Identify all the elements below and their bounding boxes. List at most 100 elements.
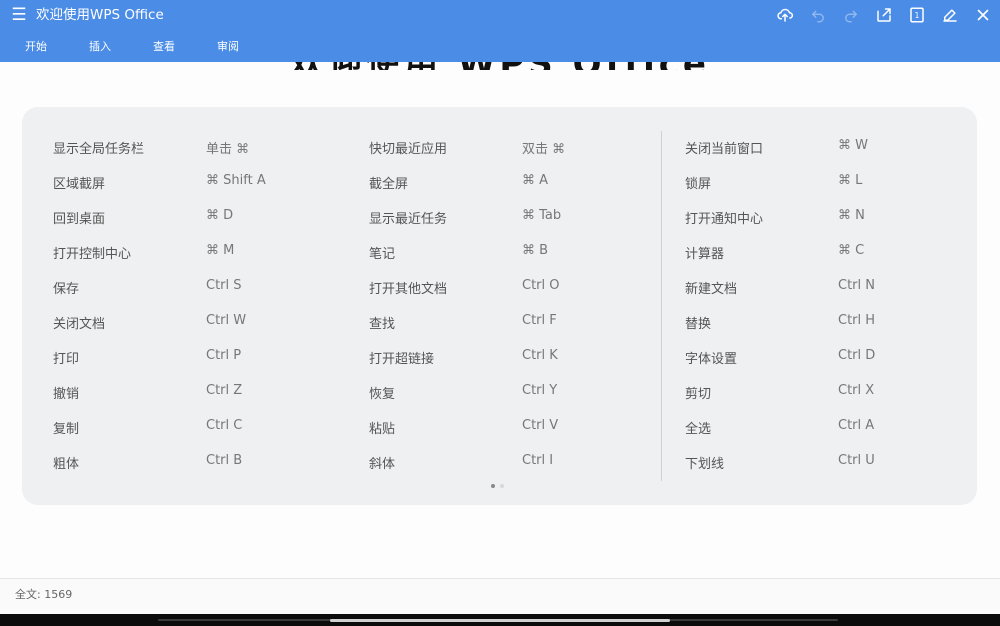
shortcut-card: 显示全局任务栏 单击 ⌘ 区域截屏 ⌘ Shift A 回到桌面 ⌘ D 打开控制中心 ⌘ M… [22, 107, 977, 505]
shortcut-row: 截全屏 ⌘ A [369, 170, 669, 205]
shortcut-key: ⌘ A [522, 173, 549, 188]
share-icon[interactable] [872, 4, 895, 26]
shortcut-key: Ctrl Y [522, 383, 558, 398]
shortcut-row: 区域截屏 ⌘ Shift A [53, 170, 353, 205]
ribbon-tabs: 开始 插入 查看 审阅 [0, 39, 260, 57]
shortcut-key: Ctrl K [522, 348, 558, 363]
shortcut-name: 新建文档 [685, 282, 738, 297]
shortcut-row: 打开超链接 Ctrl K [369, 345, 669, 380]
shortcut-name: 快切最近应用 [369, 142, 448, 157]
shortcut-row: 剪切 Ctrl X [685, 380, 985, 415]
shortcut-key: Ctrl N [838, 278, 875, 293]
shortcut-row: 显示最近任务 ⌘ Tab [369, 205, 669, 240]
shortcut-key: ⌘ C [838, 243, 865, 258]
shortcut-key: Ctrl O [522, 278, 560, 293]
document-heading: 欢迎使用 WPS Office [290, 62, 710, 70]
shortcut-key: Ctrl V [522, 418, 559, 433]
shortcut-name: 显示最近任务 [369, 212, 448, 227]
shortcut-key: ⌘ M [206, 243, 235, 258]
shortcut-name: 替换 [685, 317, 712, 332]
shortcut-name: 关闭文档 [53, 317, 106, 332]
shortcut-name: 打开控制中心 [53, 247, 132, 262]
page-indicator [491, 484, 504, 488]
shortcut-key: Ctrl P [206, 348, 242, 363]
shortcut-row: 下划线 Ctrl U [685, 450, 985, 485]
shortcut-name: 打开其他文档 [369, 282, 448, 297]
shortcut-name: 剪切 [685, 387, 712, 402]
page-count-icon[interactable]: 1 [905, 4, 928, 26]
document-heading-peek: 欢迎使用 WPS Office [290, 62, 710, 70]
shortcut-name: 关闭当前窗口 [685, 142, 764, 157]
shortcut-name: 打开通知中心 [685, 212, 764, 227]
page-dot[interactable] [500, 484, 504, 488]
column-divider [661, 131, 662, 481]
shortcut-row: 笔记 ⌘ B [369, 240, 669, 275]
shortcut-key: Ctrl B [206, 453, 243, 468]
status-bar: 全文: 1569 [0, 578, 1000, 614]
shortcut-key: ⌘ B [522, 243, 549, 258]
close-icon[interactable] [971, 4, 994, 26]
title-bar: ☰ 欢迎使用WPS Office 1 开始 插入 查看 审阅 [0, 0, 1000, 62]
shortcut-name: 查找 [369, 317, 396, 332]
edit-icon[interactable] [938, 4, 961, 26]
shortcut-name: 笔记 [369, 247, 396, 262]
shortcut-row: 保存 Ctrl S [53, 275, 353, 310]
page-count-label: 1 [914, 11, 919, 20]
shortcut-key: Ctrl A [838, 418, 875, 433]
shortcut-row: 查找 Ctrl F [369, 310, 669, 345]
shortcut-row: 锁屏 ⌘ L [685, 170, 985, 205]
shortcut-key: Ctrl I [522, 453, 554, 468]
shortcut-row: 字体设置 Ctrl D [685, 345, 985, 380]
undo-icon[interactable] [806, 4, 829, 26]
shortcut-row: 斜体 Ctrl I [369, 450, 669, 485]
shortcut-row: 回到桌面 ⌘ D [53, 205, 353, 240]
shortcut-column-1: 显示全局任务栏 单击 ⌘ 区域截屏 ⌘ Shift A 回到桌面 ⌘ D 打开控制中心 ⌘ M… [53, 135, 353, 485]
shortcut-key: ⌘ D [206, 208, 234, 223]
shortcut-row: 打开其他文档 Ctrl O [369, 275, 669, 310]
shortcut-row: 替换 Ctrl H [685, 310, 985, 345]
shortcut-row: 恢复 Ctrl Y [369, 380, 669, 415]
shortcut-key: Ctrl U [838, 453, 875, 468]
shortcut-row: 打开通知中心 ⌘ N [685, 205, 985, 240]
shortcut-key: ⌘ Tab [522, 208, 562, 223]
shortcut-row: 打开控制中心 ⌘ M [53, 240, 353, 275]
shortcut-key: Ctrl S [206, 278, 242, 293]
shortcut-key: Ctrl W [206, 313, 247, 328]
shortcut-name: 复制 [53, 422, 80, 437]
redo-icon[interactable] [839, 4, 862, 26]
shortcut-row: 打印 Ctrl P [53, 345, 353, 380]
shortcut-row: 复制 Ctrl C [53, 415, 353, 450]
shortcut-name: 粗体 [53, 457, 80, 472]
system-nav-bar [0, 614, 1000, 626]
shortcut-row: 快切最近应用 双击 ⌘ [369, 135, 669, 170]
shortcut-row: 全选 Ctrl A [685, 415, 985, 450]
shortcut-row: 计算器 ⌘ C [685, 240, 985, 275]
shortcut-key: ⌘ N [838, 208, 865, 223]
shortcut-row: 显示全局任务栏 单击 ⌘ [53, 135, 353, 170]
tab-start[interactable]: 开始 [4, 39, 68, 57]
page-dot[interactable] [491, 484, 495, 488]
tab-view[interactable]: 查看 [132, 39, 196, 57]
shortcut-name: 粘贴 [369, 422, 396, 437]
cloud-upload-icon[interactable] [773, 4, 796, 26]
shortcut-name: 锁屏 [685, 177, 712, 192]
shortcut-key: Ctrl D [838, 348, 876, 363]
shortcut-key: ⌘ W [838, 138, 868, 153]
shortcut-name: 下划线 [685, 457, 725, 472]
tab-review[interactable]: 审阅 [196, 39, 260, 57]
shortcut-row: 粘贴 Ctrl V [369, 415, 669, 450]
shortcut-key: Ctrl X [838, 383, 875, 398]
word-count[interactable]: 全文: 1569 [15, 586, 72, 602]
shortcut-row: 新建文档 Ctrl N [685, 275, 985, 310]
menu-icon[interactable]: ☰ [9, 5, 29, 25]
shortcut-key: 单击 ⌘ [206, 142, 250, 157]
home-handle[interactable] [330, 619, 670, 622]
shortcut-key: Ctrl H [838, 313, 876, 328]
shortcut-name: 保存 [53, 282, 80, 297]
shortcut-row: 撤销 Ctrl Z [53, 380, 353, 415]
shortcut-name: 全选 [685, 422, 712, 437]
shortcut-row: 关闭文档 Ctrl W [53, 310, 353, 345]
tab-insert[interactable]: 插入 [68, 39, 132, 57]
shortcut-name: 打印 [53, 352, 80, 367]
shortcut-name: 回到桌面 [53, 212, 106, 227]
